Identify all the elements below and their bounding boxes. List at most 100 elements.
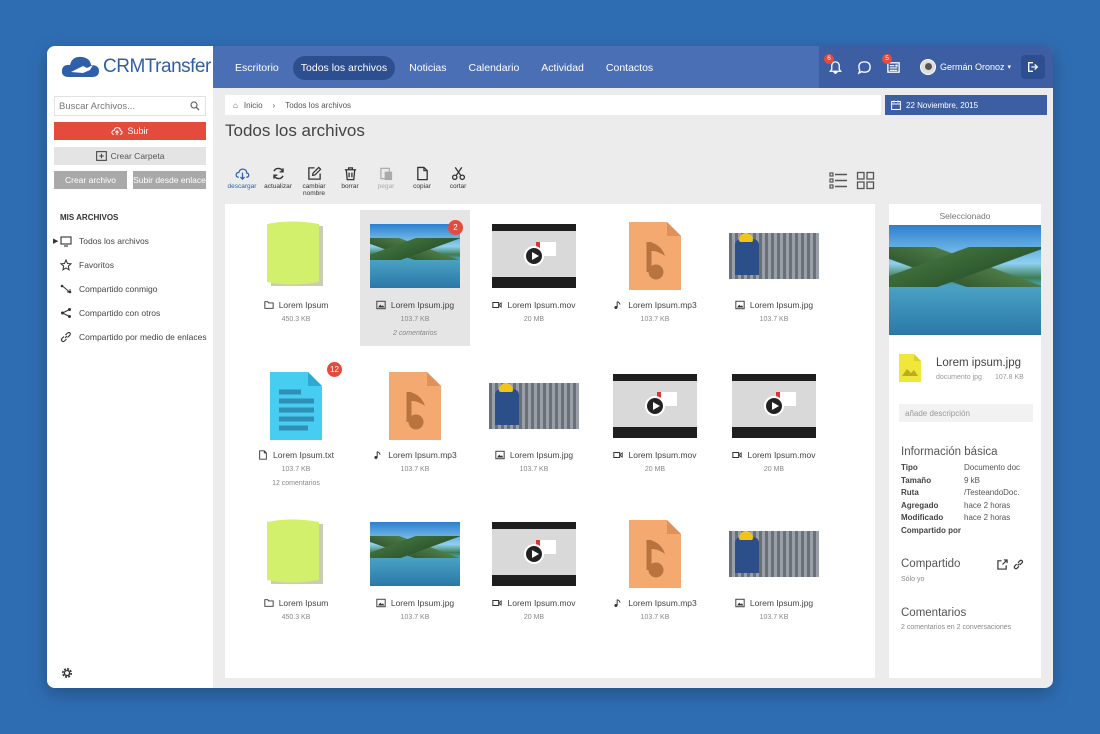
- file-thumbnail[interactable]: [251, 220, 341, 292]
- logout-button[interactable]: [1021, 55, 1045, 79]
- file-tile[interactable]: Lorem Ipsum.jpg 103.7 KB: [719, 210, 829, 346]
- sidebar-item-3[interactable]: Compartido con otros: [60, 301, 210, 325]
- share-icon: [61, 308, 71, 318]
- actualizar-button[interactable]: actualizar: [263, 166, 293, 197]
- file-tile[interactable]: Lorem Ipsum.mp3 103.7 KB: [360, 360, 470, 496]
- file-tile[interactable]: Lorem Ipsum 450.3 KB: [241, 508, 351, 644]
- grid-view-icon[interactable]: [856, 171, 875, 190]
- tab-noticias[interactable]: Noticias: [401, 56, 454, 80]
- file-tile[interactable]: Lorem Ipsum 450.3 KB: [241, 210, 351, 346]
- tab-contactos[interactable]: Contactos: [598, 56, 661, 80]
- file-thumbnail[interactable]: [370, 220, 460, 292]
- file-tile[interactable]: Lorem Ipsum.jpg 103.7 KB 2 comentarios 2: [360, 210, 470, 346]
- file-thumbnail[interactable]: [610, 370, 700, 442]
- file-thumbnail[interactable]: [610, 220, 700, 292]
- file-size: 103.7 KB: [400, 466, 430, 473]
- news-badge: 5: [882, 54, 892, 64]
- user-menu[interactable]: Germán Oronoz ▾: [920, 59, 1011, 75]
- list-view-icon[interactable]: [829, 171, 848, 190]
- file-thumbnail[interactable]: [251, 518, 341, 590]
- breadcrumb-home[interactable]: Inicio: [244, 101, 263, 110]
- file-thumbnail[interactable]: [251, 370, 341, 442]
- video-thumbnail: [492, 224, 576, 288]
- file-tile[interactable]: Lorem Ipsum.jpg 103.7 KB: [719, 508, 829, 644]
- sidebar-item-2[interactable]: Compartido conmigo: [60, 277, 210, 301]
- sidebar-item-4[interactable]: Compartido por medio de enlaces: [60, 325, 210, 349]
- cambiar-nombre-button[interactable]: cambiar nombre: [299, 166, 329, 197]
- upload-button[interactable]: Subir: [54, 122, 206, 140]
- file-tile[interactable]: Lorem Ipsum.mov 20 MB: [479, 210, 589, 346]
- play-icon[interactable]: [764, 396, 784, 416]
- create-folder-label: Crear Carpeta: [110, 151, 165, 161]
- info-key: Tipo: [901, 463, 918, 472]
- file-tile[interactable]: Lorem Ipsum.jpg 103.7 KB: [360, 508, 470, 644]
- file-tile[interactable]: Lorem Ipsum.txt 103.7 KB 12 comentarios 12: [241, 360, 351, 496]
- folder-icon: [264, 599, 274, 607]
- file-thumbnail[interactable]: [489, 518, 579, 590]
- file-comments: 2 comentarios: [393, 330, 437, 337]
- search-input[interactable]: Buscar Archivos...: [54, 96, 206, 116]
- tab-todos-los-archivos[interactable]: Todos los archivos: [292, 56, 396, 80]
- file-name: Lorem Ipsum.jpg: [479, 450, 589, 460]
- borrar-button[interactable]: borrar: [335, 166, 365, 197]
- play-icon[interactable]: [645, 396, 665, 416]
- file-name-text: Lorem Ipsum.mp3: [628, 300, 697, 310]
- refresh-icon: [272, 167, 284, 180]
- copiar-button[interactable]: copiar: [407, 166, 437, 197]
- sidebar-item-0[interactable]: ▶ Todos los archivos: [53, 229, 210, 253]
- search-icon[interactable]: [190, 101, 200, 111]
- file-name-text: Lorem Ipsum.txt: [273, 450, 334, 460]
- play-icon[interactable]: [524, 544, 544, 564]
- description-input[interactable]: añade descripción: [899, 404, 1033, 422]
- file-thumbnail[interactable]: [729, 220, 819, 292]
- link-icon[interactable]: [1013, 559, 1024, 570]
- home-icon[interactable]: ⌂: [233, 101, 238, 110]
- descargar-button[interactable]: descargar: [227, 166, 257, 197]
- file-thumbnail[interactable]: [610, 518, 700, 590]
- tab-actividad[interactable]: Actividad: [533, 56, 592, 80]
- file-thumbnail[interactable]: [729, 370, 819, 442]
- share-external-icon[interactable]: [997, 559, 1008, 570]
- sidebar-item-1[interactable]: Favoritos: [60, 253, 210, 277]
- file-name: Lorem Ipsum.mp3: [360, 450, 470, 460]
- file-name: Lorem Ipsum.mov: [600, 450, 710, 460]
- file-tile[interactable]: Lorem Ipsum.mov 20 MB: [719, 360, 829, 496]
- file-name: Lorem Ipsum.txt: [241, 450, 351, 460]
- create-folder-button[interactable]: Crear Carpeta: [54, 147, 206, 165]
- selected-file-size: 107.8 KB: [995, 374, 1024, 381]
- file-thumbnail[interactable]: [489, 220, 579, 292]
- create-file-button[interactable]: Crear archivo: [54, 171, 127, 189]
- file-thumbnail[interactable]: [489, 370, 579, 442]
- cortar-button[interactable]: cortar: [443, 166, 473, 197]
- date-bar[interactable]: 22 Noviembre, 2015: [885, 95, 1047, 115]
- file-tile[interactable]: Lorem Ipsum.mov 20 MB: [600, 360, 710, 496]
- file-tile[interactable]: Lorem Ipsum.jpg 103.7 KB: [479, 360, 589, 496]
- file-tile[interactable]: Lorem Ipsum.mp3 103.7 KB: [600, 508, 710, 644]
- image-icon: [376, 300, 386, 310]
- cloud-logo-icon: [61, 56, 99, 77]
- upload-link-button[interactable]: Subir desde enlace: [133, 171, 206, 189]
- file-thumbnail[interactable]: [729, 518, 819, 590]
- chat-icon[interactable]: [851, 54, 877, 80]
- tab-calendario[interactable]: Calendario: [461, 56, 528, 80]
- nav-tabs: Escritorio Todos los archivos Noticias Cale…: [227, 56, 661, 80]
- play-icon[interactable]: [524, 246, 544, 266]
- file-tile[interactable]: Lorem Ipsum.mov 20 MB: [479, 508, 589, 644]
- info-table: Tipo Documento doc Tamaño 9 kB Ruta/Testeand…: [901, 463, 1035, 538]
- top-nav: Escritorio Todos los archivos Noticias Cale…: [213, 46, 1053, 88]
- breadcrumb: ⌂ Inicio › Todos los archivos: [225, 95, 881, 115]
- sidebar-item-label: Compartido con otros: [79, 308, 161, 318]
- audio-file-icon: [389, 372, 441, 440]
- bell-icon[interactable]: 6: [822, 54, 848, 80]
- file-tile[interactable]: Lorem Ipsum.mp3 103.7 KB: [600, 210, 710, 346]
- gear-icon[interactable]: [60, 666, 74, 680]
- tool-label: actualizar: [264, 183, 292, 190]
- file-thumbnail[interactable]: [370, 518, 460, 590]
- audio-file-icon: [629, 520, 681, 588]
- file-name: Lorem Ipsum.mov: [719, 450, 829, 460]
- upload-link-label: Subir desde enlace: [133, 175, 206, 185]
- file-thumbnail[interactable]: [370, 370, 460, 442]
- tab-escritorio[interactable]: Escritorio: [227, 56, 287, 80]
- logo[interactable]: CRMTransfer: [47, 46, 213, 88]
- news-icon[interactable]: 5: [880, 54, 906, 80]
